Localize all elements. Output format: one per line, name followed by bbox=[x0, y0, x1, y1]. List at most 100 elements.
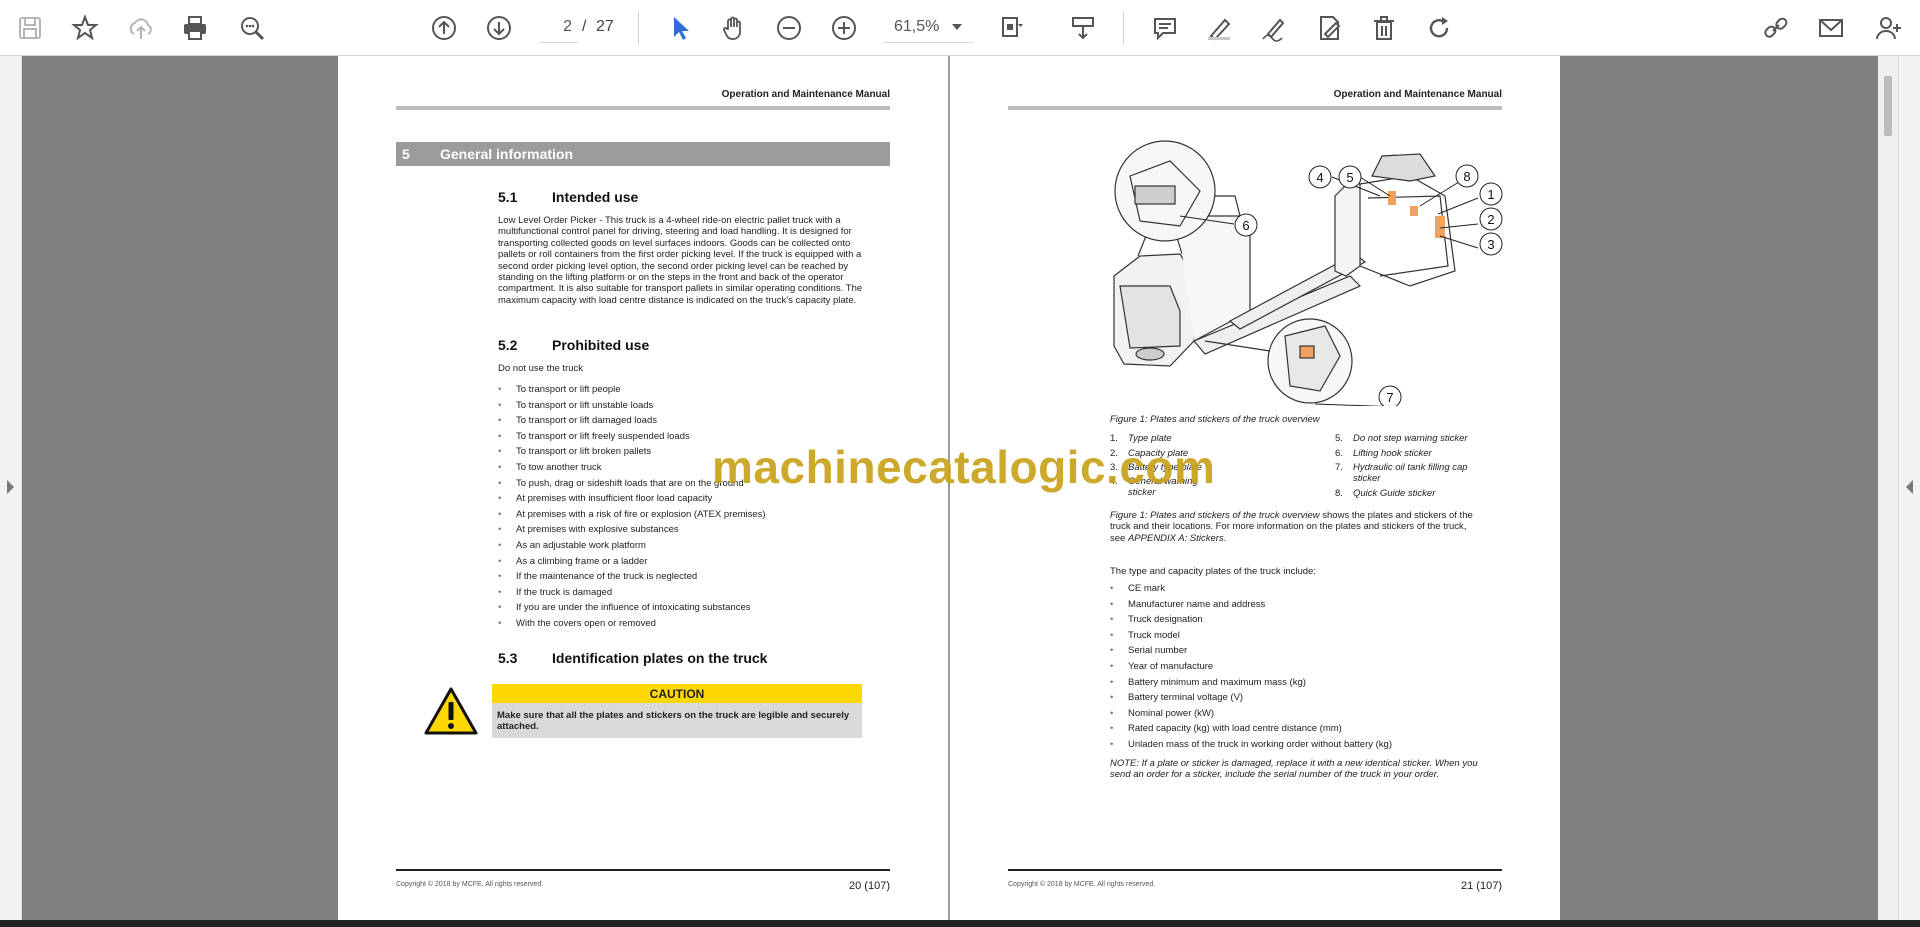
list-item: To transport or lift unstable loads bbox=[498, 400, 878, 416]
toolbar-divider bbox=[1123, 12, 1124, 44]
zoom-in-icon[interactable] bbox=[824, 8, 864, 48]
page-down-icon[interactable] bbox=[479, 8, 519, 48]
page-header: Operation and Maintenance Manual bbox=[721, 89, 890, 100]
bookmark-star-icon[interactable] bbox=[65, 8, 105, 48]
chevron-left-icon[interactable] bbox=[1906, 480, 1913, 494]
hand-icon[interactable] bbox=[714, 8, 754, 48]
caution-label: CAUTION bbox=[492, 684, 862, 703]
left-panel-toggle[interactable] bbox=[0, 56, 22, 920]
rotate-icon[interactable] bbox=[1419, 8, 1459, 48]
subsection-heading: 5.3 Identification plates on the truck bbox=[498, 650, 767, 666]
callout-7: 7 bbox=[1386, 390, 1393, 405]
list-item: Truck designation bbox=[1110, 614, 1490, 630]
list-item: At premises with explosive substances bbox=[498, 524, 878, 540]
vertical-scrollbar[interactable] bbox=[1878, 56, 1898, 920]
callout-3: 3 bbox=[1487, 237, 1494, 252]
callout-1: 1 bbox=[1487, 187, 1494, 202]
section-title: General information bbox=[440, 146, 574, 162]
subsection-title: Identification plates on the truck bbox=[552, 650, 768, 666]
callout-4: 4 bbox=[1316, 170, 1323, 185]
footer-page-number: 21 (107) bbox=[1461, 880, 1502, 892]
toolbar-divider bbox=[638, 12, 639, 44]
subsection-title: Intended use bbox=[552, 189, 639, 205]
plates-intro: The type and capacity plates of the truc… bbox=[1110, 566, 1316, 577]
list-item: Manufacturer name and address bbox=[1110, 599, 1490, 615]
intended-use-paragraph: Low Level Order Picker - This truck is a… bbox=[498, 215, 863, 306]
list-item: Serial number bbox=[1110, 645, 1490, 661]
list-item: Truck model bbox=[1110, 630, 1490, 646]
subsection-number: 5.3 bbox=[498, 650, 518, 666]
highlight-pen-icon[interactable] bbox=[1199, 8, 1239, 48]
page-header: Operation and Maintenance Manual bbox=[1333, 89, 1502, 100]
note-paragraph: NOTE: If a plate or sticker is damaged, … bbox=[1110, 758, 1478, 781]
scroll-mode-icon[interactable] bbox=[1063, 8, 1103, 48]
callout-2: 2 bbox=[1487, 212, 1494, 227]
list-item: As an adjustable work platform bbox=[498, 540, 878, 556]
list-item: Nominal power (kW) bbox=[1110, 708, 1490, 724]
callout-8: 8 bbox=[1463, 169, 1470, 184]
legend-item: 8. Quick Guide sticker bbox=[1335, 488, 1436, 499]
list-item: To transport or lift damaged loads bbox=[498, 415, 878, 431]
list-item: If you are under the influence of intoxi… bbox=[498, 602, 878, 618]
footer-copyright: Copyright © 2018 by MCFE. All rights res… bbox=[1008, 881, 1156, 888]
subsection-heading: 5.2 Prohibited use bbox=[498, 337, 649, 353]
legend-item: 6. Lifting hook sticker bbox=[1335, 448, 1432, 459]
prohibited-list: To transport or lift people To transport… bbox=[498, 384, 878, 634]
list-item: As a climbing frame or a ladder bbox=[498, 556, 878, 572]
list-item: With the covers open or removed bbox=[498, 618, 878, 634]
footer-rule bbox=[1008, 869, 1502, 871]
chevron-down-icon[interactable] bbox=[952, 24, 962, 30]
fit-page-icon[interactable] bbox=[992, 8, 1032, 48]
watermark: machinecatalogic.com bbox=[712, 441, 1216, 493]
warning-triangle-icon bbox=[424, 687, 478, 735]
right-panel-toggle[interactable] bbox=[1898, 56, 1920, 920]
header-rule bbox=[396, 106, 890, 110]
save-icon[interactable] bbox=[10, 8, 50, 48]
page-up-icon[interactable] bbox=[424, 8, 464, 48]
list-item: To transport or lift people bbox=[498, 384, 878, 400]
share-link-icon[interactable] bbox=[1756, 8, 1796, 48]
list-item: Battery minimum and maximum mass (kg) bbox=[1110, 677, 1490, 693]
bottom-strip bbox=[0, 920, 1920, 927]
footer-rule bbox=[396, 869, 890, 871]
comment-icon[interactable] bbox=[1145, 8, 1185, 48]
add-user-icon[interactable] bbox=[1868, 8, 1908, 48]
legend-item: 7. Hydraulic oil tank filling cap sticker bbox=[1335, 462, 1468, 484]
footer-copyright: Copyright © 2018 by MCFE. All rights res… bbox=[396, 881, 544, 888]
page-number-input[interactable]: 2 bbox=[540, 13, 578, 43]
print-icon[interactable] bbox=[175, 8, 215, 48]
chevron-right-icon[interactable] bbox=[7, 480, 14, 494]
select-cursor-icon[interactable] bbox=[660, 8, 700, 48]
list-item: Unladen mass of the truck in working ord… bbox=[1110, 739, 1490, 755]
page-total: 27 bbox=[596, 18, 614, 35]
page-separator: / bbox=[582, 18, 587, 35]
callout-6: 6 bbox=[1242, 218, 1249, 233]
callout-5: 5 bbox=[1346, 170, 1353, 185]
scrollbar-thumb[interactable] bbox=[1884, 76, 1892, 136]
caution-text: Make sure that all the plates and sticke… bbox=[497, 710, 850, 732]
list-item: At premises with a risk of fire or explo… bbox=[498, 509, 878, 525]
list-item: Rated capacity (kg) with load centre dis… bbox=[1110, 723, 1490, 739]
draw-icon[interactable] bbox=[1254, 8, 1294, 48]
subsection-heading: 5.1 Intended use bbox=[498, 189, 638, 205]
delete-icon[interactable] bbox=[1364, 8, 1404, 48]
truck-plates-figure: 4 5 8 1 2 3 6 7 bbox=[1113, 140, 1503, 406]
email-icon[interactable] bbox=[1811, 8, 1851, 48]
zoom-out-icon[interactable] bbox=[769, 8, 809, 48]
footer-page-number: 20 (107) bbox=[849, 880, 890, 892]
caution-notice: CAUTION Make sure that all the plates an… bbox=[492, 684, 862, 738]
section-heading: 5 General information bbox=[396, 142, 890, 166]
find-icon[interactable] bbox=[232, 8, 272, 48]
subsection-number: 5.2 bbox=[498, 337, 518, 353]
plates-list: CE mark Manufacturer name and address Tr… bbox=[1110, 583, 1490, 755]
section-number: 5 bbox=[402, 146, 410, 162]
figure-caption: Figure 1: Plates and stickers of the tru… bbox=[1110, 414, 1320, 425]
list-item: Year of manufacture bbox=[1110, 661, 1490, 677]
list-item: At premises with insufficient floor load… bbox=[498, 493, 878, 509]
cloud-upload-icon[interactable] bbox=[121, 8, 161, 48]
subsection-number: 5.1 bbox=[498, 189, 518, 205]
edit-sign-icon[interactable] bbox=[1309, 8, 1349, 48]
list-item: Battery terminal voltage (V) bbox=[1110, 692, 1490, 708]
list-item: If the maintenance of the truck is negle… bbox=[498, 571, 878, 587]
figure-reference-paragraph: Figure 1: Plates and stickers of the tru… bbox=[1110, 510, 1473, 544]
